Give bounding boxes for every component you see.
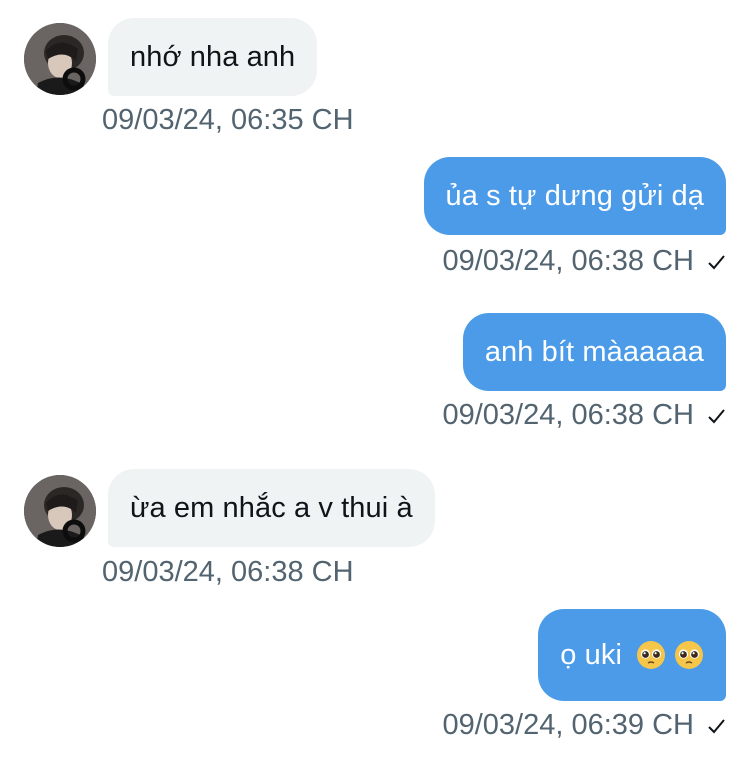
contact-avatar[interactable] bbox=[24, 475, 96, 547]
message-incoming: ừa em nhắc a v thui à 09/03/24, 06:38 CH bbox=[0, 469, 750, 594]
avatar-image bbox=[24, 23, 96, 95]
message-text: nhớ nha anh bbox=[130, 40, 296, 73]
checkmark-icon bbox=[708, 254, 725, 269]
message-outgoing: anh bít màaaaaa 09/03/24, 06:38 CH bbox=[0, 313, 750, 438]
message-text: ọ uki bbox=[560, 638, 622, 671]
timestamp-text: 09/03/24, 06:35 CH bbox=[102, 104, 354, 136]
message-text: anh bít màaaaaa bbox=[484, 335, 704, 368]
message-bubble[interactable]: ừa em nhắc a v thui à bbox=[108, 469, 435, 547]
message-outgoing: ủa s tự dưng gửi dạ 09/03/24, 06:38 CH bbox=[0, 157, 750, 282]
message-text: ủa s tự dưng gửi dạ bbox=[445, 179, 704, 212]
message-bubble[interactable]: anh bít màaaaaa bbox=[462, 313, 726, 391]
avatar-image bbox=[24, 475, 96, 547]
message-bubble[interactable]: nhớ nha anh bbox=[108, 18, 318, 96]
checkmark-icon bbox=[708, 718, 725, 733]
message-outgoing: ọ uki 09/03/24, 06:39 CH bbox=[0, 609, 750, 749]
message-timestamp: 09/03/24, 06:38 CH bbox=[102, 556, 354, 589]
message-timestamp: 09/03/24, 06:38 CH bbox=[442, 399, 726, 432]
timestamp-text: 09/03/24, 06:38 CH bbox=[102, 556, 354, 588]
message-bubble[interactable]: ọ uki bbox=[538, 609, 726, 701]
message-timestamp: 09/03/24, 06:38 CH bbox=[442, 245, 726, 278]
conversation-thread: nhớ nha anh 09/03/24, 06:35 CH ủa s tự d… bbox=[0, 0, 750, 763]
checkmark-icon bbox=[708, 408, 725, 423]
message-timestamp: 09/03/24, 06:35 CH bbox=[102, 104, 354, 137]
timestamp-text: 09/03/24, 06:39 CH bbox=[442, 709, 694, 741]
message-bubble[interactable]: ủa s tự dưng gửi dạ bbox=[423, 157, 726, 235]
timestamp-text: 09/03/24, 06:38 CH bbox=[442, 245, 694, 277]
message-text: ừa em nhắc a v thui à bbox=[130, 491, 413, 524]
pleading-face-emoji bbox=[675, 641, 703, 669]
message-timestamp: 09/03/24, 06:39 CH bbox=[442, 709, 726, 742]
timestamp-text: 09/03/24, 06:38 CH bbox=[442, 399, 694, 431]
message-incoming: nhớ nha anh 09/03/24, 06:35 CH bbox=[0, 18, 750, 138]
pleading-face-emoji bbox=[637, 641, 665, 669]
contact-avatar[interactable] bbox=[24, 23, 96, 95]
